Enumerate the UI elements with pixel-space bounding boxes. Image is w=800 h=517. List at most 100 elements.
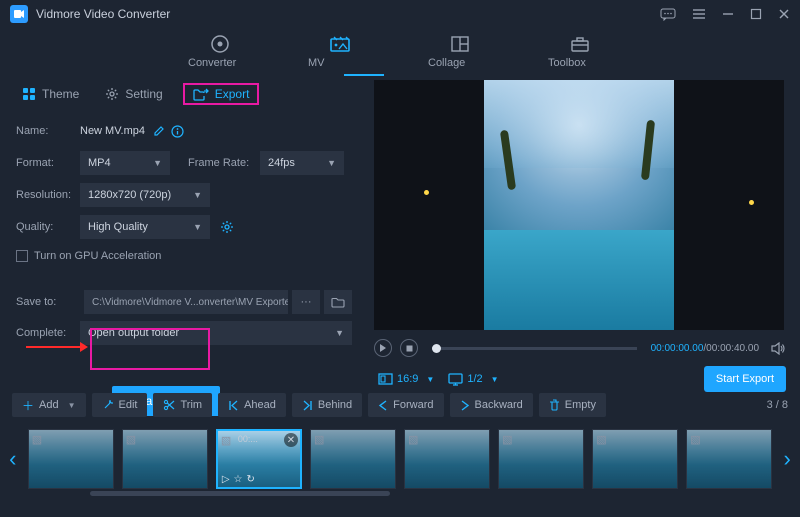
forward-button[interactable]: Forward <box>368 393 443 417</box>
wand-icon <box>102 399 114 411</box>
subtab-setting[interactable]: Setting <box>99 83 168 105</box>
maximize-icon[interactable] <box>750 8 762 20</box>
thumbnail-8[interactable]: ▧ <box>686 429 772 489</box>
thumbnail-6[interactable]: ▧ <box>498 429 584 489</box>
thumbnail-3[interactable]: ▧ 00:... ✕ ▷ ☆ ↻ <box>216 429 302 489</box>
resolution-select[interactable]: 1280x720 (720p)▼ <box>80 183 210 207</box>
duration: 00:00:40.00 <box>706 343 759 354</box>
thumbnail-7[interactable]: ▧ <box>592 429 678 489</box>
quality-settings-icon[interactable] <box>220 220 234 234</box>
trash-icon <box>549 399 560 411</box>
thumbnail-1[interactable]: ▧ <box>28 429 114 489</box>
image-icon: ▧ <box>408 433 418 446</box>
zoom-select[interactable]: 1/2 ▼ <box>444 371 502 388</box>
remove-thumb-icon[interactable]: ✕ <box>284 433 298 447</box>
complete-value: Open output folder <box>88 327 179 339</box>
browse-button[interactable]: ··· <box>292 290 320 314</box>
preview-panel: 00:00:00.00/00:00:40.00 16:9 ▼ 1/2 ▼ Sta… <box>368 74 800 388</box>
current-time: 00:00:00.00 <box>651 343 704 354</box>
video-preview[interactable] <box>374 80 784 330</box>
menu-icon[interactable] <box>692 8 706 20</box>
export-panel: Theme Setting Export Name: New MV.mp4 Fo… <box>0 74 368 388</box>
quality-label: Quality: <box>16 221 80 233</box>
framerate-value: 24fps <box>268 157 295 169</box>
skip-back-icon <box>228 400 239 411</box>
app-logo <box>10 5 28 23</box>
mv-icon <box>329 34 351 54</box>
theme-icon <box>22 87 36 101</box>
strip-next[interactable]: › <box>780 446 794 472</box>
scissors-icon <box>163 399 175 411</box>
image-icon: ▧ <box>502 433 512 446</box>
tab-converter-label: Converter <box>188 57 252 69</box>
tab-converter[interactable]: Converter <box>188 34 252 69</box>
image-icon: ▧ <box>314 433 324 446</box>
subtab-theme-label: Theme <box>42 87 79 101</box>
subtab-export-label: Export <box>215 87 250 101</box>
thumbnail-5[interactable]: ▧ <box>404 429 490 489</box>
clip-toolbar: ＋Add▼ Edit Trim Ahead Behind Forward Bac… <box>0 390 800 420</box>
image-icon: ▧ <box>221 434 231 447</box>
feedback-icon[interactable] <box>660 8 676 21</box>
tab-toolbox-label: Toolbox <box>548 57 612 69</box>
tab-mv[interactable]: MV <box>308 34 372 69</box>
edit-name-icon[interactable] <box>153 125 165 137</box>
start-export-button-right[interactable]: Start Export <box>704 366 786 392</box>
converter-icon <box>210 34 230 54</box>
loop-thumb-icon[interactable]: ↻ <box>247 474 255 485</box>
annotation-arrow <box>26 346 82 348</box>
thumbnail-strip: ‹ ▧ ▧ ▧ 00:... ✕ ▷ ☆ ↻ ▧ ▧ ▧ ▧ ▧ › <box>0 420 800 498</box>
add-button[interactable]: ＋Add▼ <box>12 393 86 417</box>
behind-button[interactable]: Behind <box>292 393 362 417</box>
name-value: New MV.mp4 <box>80 125 145 137</box>
complete-label: Complete: <box>16 327 80 339</box>
save-path-display: C:\Vidmore\Vidmore V...onverter\MV Expor… <box>84 290 288 314</box>
play-button[interactable] <box>374 339 392 357</box>
back-icon <box>378 400 388 411</box>
complete-select[interactable]: Open output folder▼ <box>80 321 352 345</box>
app-title: Vidmore Video Converter <box>36 7 660 21</box>
info-icon[interactable] <box>171 125 184 138</box>
timeline-slider[interactable] <box>432 347 637 350</box>
framerate-select[interactable]: 24fps▼ <box>260 151 344 175</box>
main-tabs: Converter MV Collage Toolbox <box>0 28 800 74</box>
format-select[interactable]: MP4▼ <box>80 151 170 175</box>
aspect-ratio-select[interactable]: 16:9 ▼ <box>374 371 438 387</box>
empty-button[interactable]: Empty <box>539 393 606 417</box>
thumbnail-4[interactable]: ▧ <box>310 429 396 489</box>
stop-button[interactable] <box>400 339 418 357</box>
titlebar: Vidmore Video Converter <box>0 0 800 28</box>
image-icon: ▧ <box>126 433 136 446</box>
quality-select[interactable]: High Quality▼ <box>80 215 210 239</box>
open-folder-icon[interactable] <box>324 290 352 314</box>
aspect-ratio-value: 16:9 <box>397 373 418 385</box>
trim-button[interactable]: Trim <box>153 393 212 417</box>
close-icon[interactable] <box>778 8 790 20</box>
strip-scrollbar[interactable] <box>90 491 390 496</box>
gpu-checkbox[interactable] <box>16 250 28 262</box>
collage-icon <box>450 34 470 54</box>
backward-button[interactable]: Backward <box>450 393 533 417</box>
setting-icon <box>105 87 119 101</box>
thumbnail-2[interactable]: ▧ <box>122 429 208 489</box>
minimize-icon[interactable] <box>722 8 734 20</box>
thumb-actions: ▷ ☆ ↻ <box>222 474 255 485</box>
strip-prev[interactable]: ‹ <box>6 446 20 472</box>
ahead-button[interactable]: Ahead <box>218 393 286 417</box>
star-thumb-icon[interactable]: ☆ <box>234 474 243 485</box>
save-label: Save to: <box>16 296 80 308</box>
subtab-theme[interactable]: Theme <box>16 83 85 105</box>
tab-collage[interactable]: Collage <box>428 34 492 69</box>
aspect-icon <box>378 373 393 385</box>
tab-toolbox[interactable]: Toolbox <box>548 34 612 69</box>
thumb-duration: 00:... <box>238 434 258 444</box>
monitor-icon <box>448 373 463 386</box>
format-value: MP4 <box>88 157 111 169</box>
resolution-label: Resolution: <box>16 189 80 201</box>
subtab-export[interactable]: Export <box>183 83 260 105</box>
image-icon: ▧ <box>690 433 700 446</box>
volume-icon[interactable] <box>771 342 786 355</box>
play-thumb-icon[interactable]: ▷ <box>222 474 230 485</box>
edit-button[interactable]: Edit <box>92 393 148 417</box>
framerate-label: Frame Rate: <box>188 157 260 169</box>
